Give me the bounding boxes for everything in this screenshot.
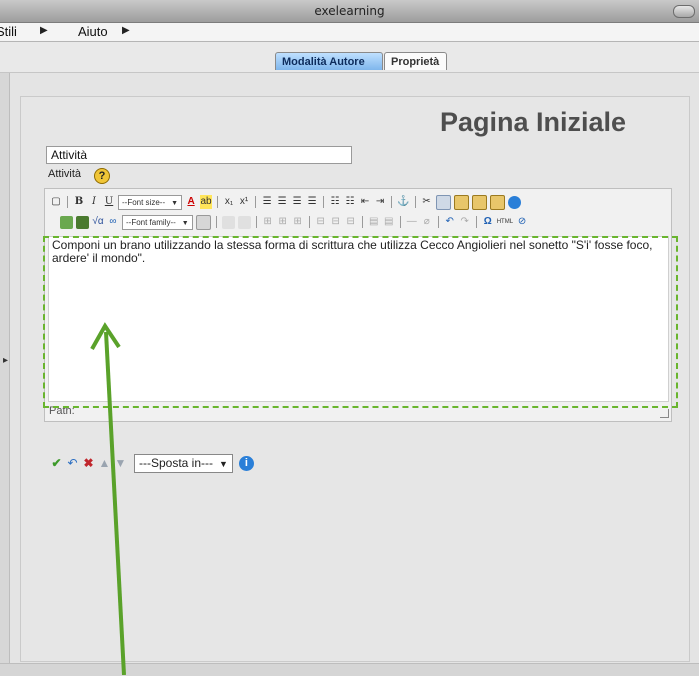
annotation-arrow bbox=[90, 322, 126, 675]
annotation-arrow-shaft bbox=[104, 331, 126, 675]
